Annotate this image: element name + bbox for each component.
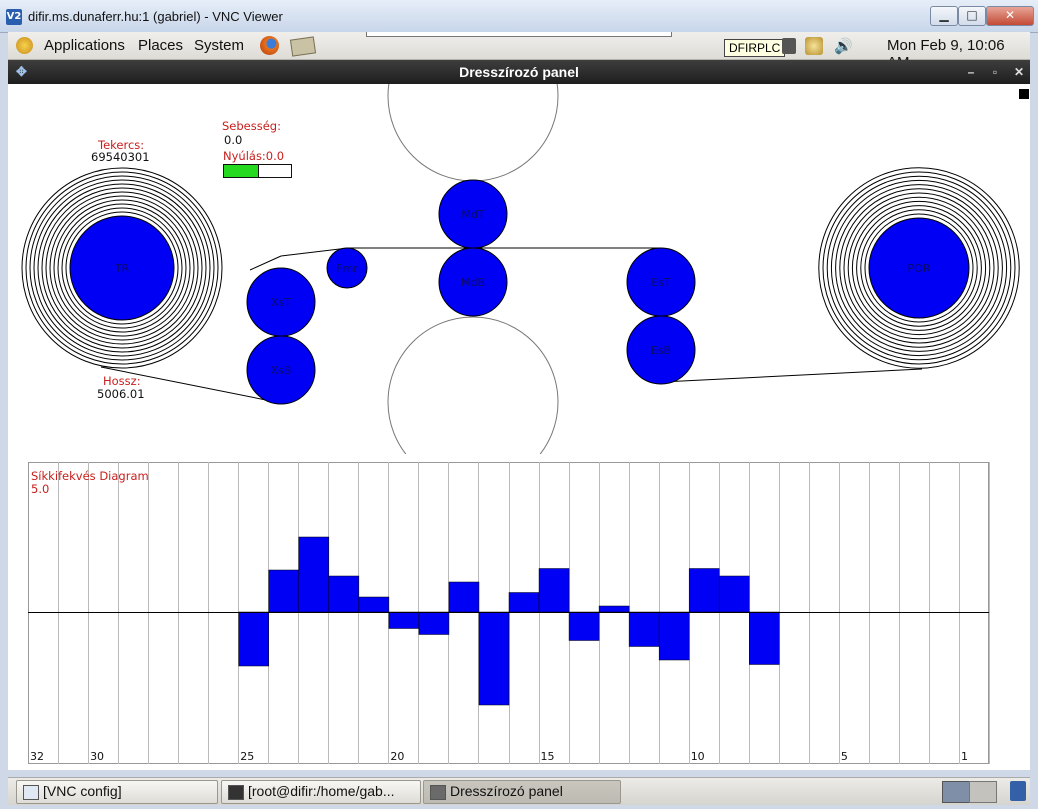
gnome-top-panel: Applications Places System DFIRPLC 🔊 Mon… xyxy=(8,32,1030,71)
task-dresszirozo-panel[interactable]: Dresszírozó panel xyxy=(423,780,621,804)
roll-label-mdt: MdT xyxy=(461,208,484,221)
vnc-minimize-button[interactable]: ▁ xyxy=(930,6,958,26)
roll-label-tr: TR xyxy=(114,262,130,275)
task-terminal[interactable]: [root@difir:/home/gab... xyxy=(221,780,421,804)
network-icon[interactable] xyxy=(782,38,796,54)
workspace-2[interactable] xyxy=(969,781,997,803)
hossz-value: 5006.01 xyxy=(97,387,145,401)
trash-icon[interactable] xyxy=(1010,781,1026,801)
chart-bar xyxy=(628,611,660,647)
hossz-label: Hossz: xyxy=(103,374,141,388)
sebesseg-label: Sebesség: xyxy=(222,119,281,133)
terminal-icon xyxy=(228,785,244,800)
task-label: Dresszírozó panel xyxy=(450,783,563,799)
strip-esb-por xyxy=(661,368,923,383)
menu-places[interactable]: Places xyxy=(138,37,183,54)
chart-title: Síkkifekvés Diagram xyxy=(31,469,149,483)
vnc-maximize-button[interactable]: □ xyxy=(958,6,986,26)
chart-bar xyxy=(538,568,570,613)
vnc-title-bar[interactable]: V2 difir.ms.dunaferr.hu:1 (gabriel) - VN… xyxy=(0,0,1038,33)
roll-label-xsb: XsB xyxy=(271,364,292,377)
speed-bar-fill xyxy=(224,165,259,177)
menu-applications[interactable]: Applications xyxy=(44,37,125,54)
chart-bar xyxy=(508,592,540,613)
mail-icon[interactable] xyxy=(289,36,317,57)
app-window-title: Dresszírozó panel xyxy=(459,64,579,80)
app-minimize-button[interactable]: – xyxy=(962,64,980,80)
roll-label-est: EsT xyxy=(651,276,671,289)
task-vnc-config[interactable]: [VNC config] xyxy=(16,780,218,804)
chart-bar xyxy=(358,596,390,613)
task-label: [root@difir:/home/gab... xyxy=(248,783,395,799)
chart-bar xyxy=(238,611,269,667)
task-label: [VNC config] xyxy=(43,783,122,799)
chart-bar xyxy=(749,611,780,665)
chart-tick-label: 1 xyxy=(961,750,968,763)
chart-tick-label: 5 xyxy=(841,750,848,763)
upper-backup-roll xyxy=(387,84,559,182)
chart-tick-label: 20 xyxy=(390,750,404,763)
chart-scale-label: 5.0 xyxy=(31,482,49,496)
menu-system[interactable]: System xyxy=(194,37,244,54)
chart-tick-label: 25 xyxy=(240,750,254,763)
window-icon xyxy=(23,785,39,800)
chart-bar xyxy=(388,611,420,629)
vnc-window-title: difir.ms.dunaferr.hu:1 (gabriel) - VNC V… xyxy=(28,9,283,24)
vnc-close-button[interactable]: ✕ xyxy=(986,6,1034,26)
update-icon[interactable] xyxy=(805,37,823,55)
lower-backup-roll xyxy=(387,316,559,454)
chart-bar xyxy=(658,611,690,661)
chart-tick-label: 10 xyxy=(691,750,705,763)
applications-icon[interactable] xyxy=(16,37,33,54)
app-icon xyxy=(430,785,446,800)
chart-bar xyxy=(688,568,720,613)
chart-tick-label: 15 xyxy=(541,750,555,763)
roll-label-esb: EsB xyxy=(651,344,671,357)
chart-bar xyxy=(478,611,510,706)
speed-bar xyxy=(223,164,292,178)
chart-bar xyxy=(718,575,750,613)
tekercs-value: 69540301 xyxy=(91,150,150,164)
main-content: TR POR XsT XsB Fmr MdT MdB EsT EsB Teker… xyxy=(8,84,1030,770)
tooltip: DFIRPLC xyxy=(724,39,786,57)
chart-bar xyxy=(448,581,480,613)
chart-bar xyxy=(568,611,600,641)
volume-icon[interactable]: 🔊 xyxy=(834,37,853,55)
panel-window-list-slot xyxy=(366,32,672,37)
roll-label-por: POR xyxy=(908,262,931,275)
chart-bar xyxy=(328,575,360,613)
nyulas-label: Nyúlás:0.0 xyxy=(223,149,285,163)
app-menu-icon[interactable]: ✥ xyxy=(16,65,30,79)
roll-label-mdb: MdB xyxy=(461,276,485,289)
flatness-chart: 32 30 25 20 15 10 5 1 Síkkifekvés Diagram 5.0 xyxy=(28,462,990,764)
firefox-icon[interactable] xyxy=(260,36,279,55)
chart-tick-label: 30 xyxy=(90,750,104,763)
chart-tick-label: 32 xyxy=(30,750,44,763)
app-maximize-button[interactable]: ▫ xyxy=(986,64,1004,80)
vnc-logo-icon: V2 xyxy=(6,9,22,25)
roll-label-xst: XsT xyxy=(271,296,291,309)
taskbar: [VNC config] [root@difir:/home/gab... Dr… xyxy=(8,777,1030,805)
roll-label-fmr: Fmr xyxy=(336,262,358,275)
app-close-button[interactable]: ✕ xyxy=(1010,64,1028,80)
mill-schematic: TR POR XsT XsB Fmr MdT MdB EsT EsB xyxy=(21,84,1020,454)
chart-bar xyxy=(598,605,630,613)
sebesseg-value: 0.0 xyxy=(224,133,243,147)
workspace-1[interactable] xyxy=(942,781,970,803)
chart-bar xyxy=(418,611,450,635)
app-title-bar[interactable]: Dresszírozó panel ✥ – ▫ ✕ xyxy=(8,60,1030,84)
chart-bar xyxy=(298,536,330,613)
chart-bar xyxy=(268,569,300,613)
